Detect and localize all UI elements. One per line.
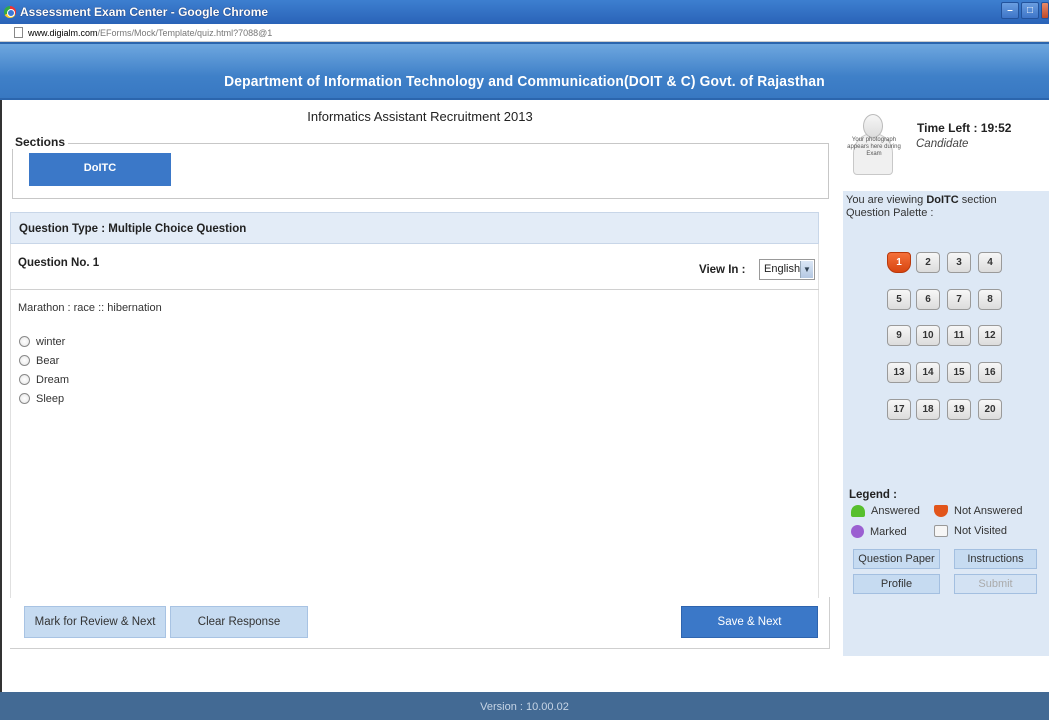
legend-answered: Answered	[851, 505, 920, 517]
legend-not-answered-label: Not Answered	[954, 505, 1023, 517]
legend-marked-label: Marked	[870, 525, 907, 538]
chrome-icon	[4, 6, 16, 18]
viewing-section: DoITC	[926, 194, 959, 206]
url-host: www.digialm.com	[28, 27, 98, 38]
language-value: English	[764, 263, 801, 275]
palette-question-18[interactable]: 18	[916, 399, 940, 420]
page-footer: Version : 10.00.02	[0, 692, 1049, 720]
not-answered-icon	[934, 505, 948, 517]
viewing-prefix: You are viewing	[846, 194, 924, 206]
palette-question-1[interactable]: 1	[887, 252, 911, 273]
legend-not-answered: Not Answered	[934, 505, 1022, 517]
left-frame-border	[0, 100, 9, 692]
palette-question-2[interactable]: 2	[916, 252, 940, 273]
option-label: Sleep	[36, 392, 65, 405]
viewing-section-info: You are viewing DoITC section Question P…	[846, 194, 997, 220]
option-item[interactable]: Sleep	[19, 389, 69, 408]
radio-button[interactable]	[19, 393, 30, 404]
radio-button[interactable]	[19, 374, 30, 385]
instructions-button[interactable]: Instructions	[954, 549, 1037, 569]
view-in-label: View In :	[699, 264, 746, 276]
maximize-button[interactable]: □	[1021, 2, 1039, 19]
sections-label: Sections	[12, 135, 69, 149]
photo-caption: Your photograph appears here during Exam	[847, 137, 901, 157]
candidate-name: Candidate	[916, 138, 969, 150]
palette-label: Question Palette :	[846, 207, 934, 219]
section-tab-doitc[interactable]: DoITC	[29, 153, 171, 186]
close-button[interactable]	[1041, 2, 1049, 19]
header-title: Department of Information Technology and…	[224, 73, 825, 90]
palette-question-3[interactable]: 3	[947, 252, 971, 273]
profile-button[interactable]: Profile	[853, 574, 940, 594]
avatar-head	[863, 114, 883, 138]
chevron-down-icon[interactable]: ▼	[800, 261, 813, 278]
palette-question-10[interactable]: 10	[916, 325, 940, 346]
legend-marked: Marked	[851, 525, 907, 538]
palette-question-5[interactable]: 5	[887, 289, 911, 310]
palette-question-15[interactable]: 15	[947, 362, 971, 383]
question-type-bar: Question Type : Multiple Choice Question	[10, 212, 819, 244]
marked-icon	[851, 525, 864, 538]
question-number-row: Question No. 1 View In : English ▼	[10, 246, 819, 290]
option-label: Bear	[36, 354, 60, 367]
radio-button[interactable]	[19, 355, 30, 366]
legend-not-visited-label: Not Visited	[954, 525, 1007, 537]
palette-question-11[interactable]: 11	[947, 325, 971, 346]
legend-not-visited: Not Visited	[934, 525, 1007, 537]
address-bar[interactable]: www.digialm.com/EForms/Mock/Template/qui…	[0, 24, 1049, 42]
window-titlebar: Assessment Exam Center - Google Chrome –…	[0, 0, 1049, 24]
palette-question-8[interactable]: 8	[978, 289, 1002, 310]
palette-question-17[interactable]: 17	[887, 399, 911, 420]
minimize-button[interactable]: –	[1001, 2, 1019, 19]
question-number: Question No. 1	[18, 257, 100, 269]
palette-question-12[interactable]: 12	[978, 325, 1002, 346]
not-visited-icon	[934, 525, 948, 537]
save-next-button[interactable]: Save & Next	[681, 606, 818, 638]
page-icon	[14, 27, 23, 38]
palette-question-16[interactable]: 16	[978, 362, 1002, 383]
window-title: Assessment Exam Center - Google Chrome	[20, 5, 269, 19]
option-label: winter	[36, 335, 66, 348]
answer-options: winter Bear Dream Sleep	[19, 332, 69, 408]
palette-question-13[interactable]: 13	[887, 362, 911, 383]
palette-question-6[interactable]: 6	[916, 289, 940, 310]
palette-question-4[interactable]: 4	[978, 252, 1002, 273]
option-item[interactable]: Dream	[19, 370, 69, 389]
palette-question-20[interactable]: 20	[978, 399, 1002, 420]
submit-button[interactable]: Submit	[954, 574, 1037, 594]
legend-answered-label: Answered	[871, 505, 920, 517]
option-item[interactable]: Bear	[19, 351, 69, 370]
url-path: /EForms/Mock/Template/quiz.html?7088@1	[97, 27, 273, 38]
version-text: Version : 10.00.02	[480, 701, 569, 713]
legend-title: Legend :	[849, 489, 897, 501]
candidate-photo-placeholder: Your photograph appears here during Exam	[847, 113, 901, 177]
viewing-suffix: section	[961, 194, 997, 206]
palette-question-14[interactable]: 14	[916, 362, 940, 383]
time-left: Time Left : 19:52	[917, 121, 1012, 135]
language-select[interactable]: English ▼	[759, 259, 815, 280]
palette-question-7[interactable]: 7	[947, 289, 971, 310]
palette-question-9[interactable]: 9	[887, 325, 911, 346]
url-text[interactable]: www.digialm.com/EForms/Mock/Template/qui…	[28, 28, 272, 38]
palette-question-19[interactable]: 19	[947, 399, 971, 420]
window-controls: – □	[1001, 2, 1049, 19]
page-header: Department of Information Technology and…	[0, 42, 1049, 100]
radio-button[interactable]	[19, 336, 30, 347]
option-item[interactable]: winter	[19, 332, 69, 351]
question-text: Marathon : race :: hibernation	[18, 302, 162, 314]
answered-icon	[851, 505, 865, 517]
mark-for-review-button[interactable]: Mark for Review & Next	[24, 606, 166, 638]
option-label: Dream	[36, 373, 70, 386]
question-paper-button[interactable]: Question Paper	[853, 549, 940, 569]
clear-response-button[interactable]: Clear Response	[170, 606, 308, 638]
exam-title: Informatics Assistant Recruitment 2013	[307, 109, 533, 124]
